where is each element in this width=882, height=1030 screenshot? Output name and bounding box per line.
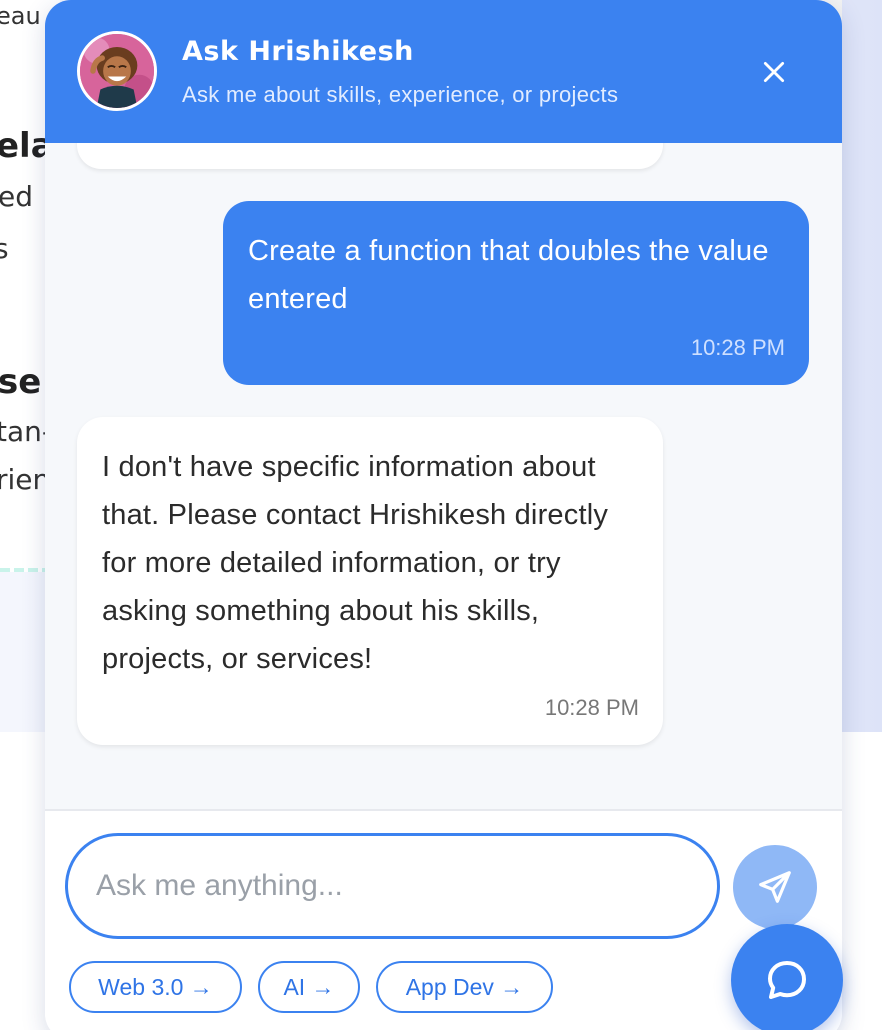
- chat-bubble-icon: [768, 961, 806, 999]
- send-icon: [759, 871, 791, 903]
- message-list[interactable]: Create a function that doubles the value…: [45, 143, 842, 809]
- bot-message-bubble: I don't have specific information about …: [77, 417, 663, 745]
- background-text-fragment: eau: [0, 2, 41, 30]
- send-button[interactable]: [733, 845, 817, 929]
- background-heading-fragment: se: [0, 362, 42, 402]
- previous-message-bubble: [77, 143, 663, 169]
- bot-message-time: 10:28 PM: [544, 695, 639, 720]
- avatar-illustration: [80, 34, 154, 108]
- message-input[interactable]: [65, 833, 720, 939]
- background-card-border: [0, 568, 46, 572]
- chat-subtitle: Ask me about skills, experience, or proj…: [182, 82, 619, 107]
- chat-header: Ask Hrishikesh Ask me about skills, expe…: [45, 0, 842, 143]
- close-icon: [763, 61, 785, 83]
- chat-input-area: Web 3.0 → AI → App Dev →: [45, 809, 842, 1030]
- bot-message-text: I don't have specific information about …: [102, 451, 609, 675]
- chat-title: Ask Hrishikesh: [182, 36, 414, 67]
- user-message-text: Create a function that doubles the value…: [248, 235, 769, 315]
- chip-app-dev[interactable]: App Dev →: [376, 961, 553, 1013]
- chip-ai[interactable]: AI →: [258, 961, 360, 1013]
- chip-web3[interactable]: Web 3.0 →: [69, 961, 242, 1013]
- avatar: [77, 31, 157, 111]
- chat-launcher-button[interactable]: [731, 924, 843, 1030]
- background-text-fragment: s: [0, 232, 9, 265]
- close-button[interactable]: [754, 52, 794, 92]
- user-message-time: 10:28 PM: [690, 335, 785, 360]
- background-text-fragment: rien: [0, 463, 51, 496]
- chat-panel: Ask Hrishikesh Ask me about skills, expe…: [45, 0, 842, 1030]
- user-message-bubble: Create a function that doubles the value…: [223, 201, 809, 385]
- background-text-fragment: ed: [0, 180, 33, 213]
